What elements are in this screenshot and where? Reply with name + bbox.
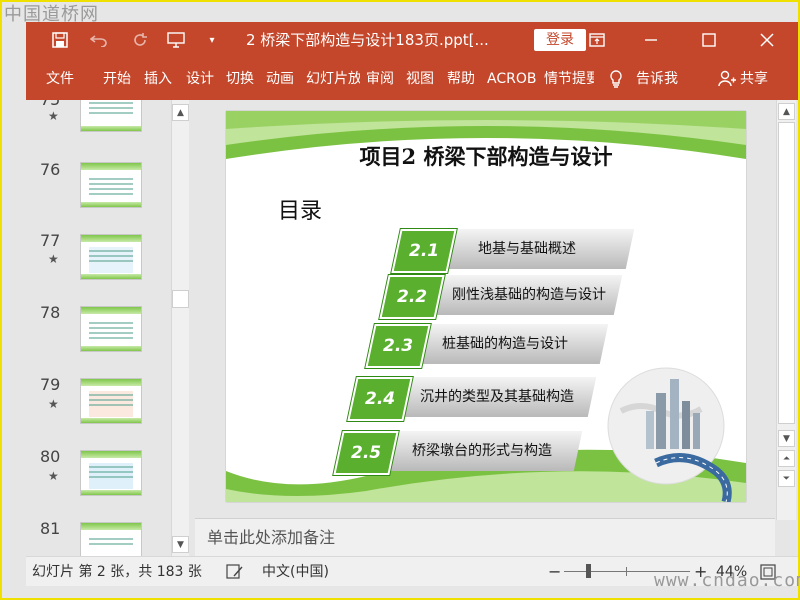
- close-icon[interactable]: [752, 22, 782, 58]
- slide-thumbnail[interactable]: [80, 162, 142, 208]
- toc-item-label[interactable]: 桩基础的构造与设计: [442, 324, 568, 364]
- slide-number: 78: [40, 303, 61, 322]
- tab-slideshow[interactable]: 幻灯片放: [306, 58, 360, 100]
- slide-number: 80: [40, 447, 61, 466]
- slide-thumbnail[interactable]: [80, 522, 142, 556]
- toc-number-badge[interactable]: 2.1: [391, 229, 457, 273]
- tab-insert[interactable]: 插入: [144, 58, 172, 100]
- tab-acrobat[interactable]: ACROB: [487, 58, 537, 100]
- scroll-up-icon[interactable]: ▲: [778, 103, 795, 120]
- scroll-thumb[interactable]: [778, 122, 795, 424]
- tab-transitions[interactable]: 切换: [226, 58, 254, 100]
- toc-number-badge[interactable]: 2.4: [347, 377, 413, 421]
- toc-item-label[interactable]: 桥梁墩台的形式与构造: [412, 431, 552, 471]
- previous-slide-icon[interactable]: ⏶: [778, 450, 795, 467]
- tab-view[interactable]: 视图: [406, 58, 434, 100]
- slide-number: 79: [40, 375, 61, 394]
- thumbnail-scrollbar[interactable]: ▲ ▼: [171, 100, 189, 556]
- transition-star-icon: ★: [48, 397, 59, 411]
- slide-number: 76: [40, 160, 61, 179]
- language-indicator[interactable]: 中文(中国): [262, 557, 329, 587]
- tab-file[interactable]: 文件: [46, 58, 74, 100]
- scroll-thumb[interactable]: [172, 290, 189, 308]
- slide-canvas[interactable]: 项目2 桥梁下部构造与设计 目录 2.1 地基与基础概述 2.2 刚性浅基础的构…: [226, 111, 746, 502]
- toc-number-badge[interactable]: 2.2: [379, 275, 445, 319]
- tab-review[interactable]: 审阅: [366, 58, 394, 100]
- spellcheck-icon[interactable]: [226, 557, 246, 587]
- slide-title[interactable]: 项目2 桥梁下部构造与设计: [226, 141, 746, 171]
- notes-placeholder[interactable]: 单击此处添加备注: [207, 519, 335, 557]
- maximize-icon[interactable]: [694, 22, 724, 58]
- editor-scrollbar[interactable]: ▲ ▼ ⏶ ⏷: [776, 100, 796, 520]
- slide-thumbnail[interactable]: [80, 234, 142, 280]
- slide-number: 77: [40, 231, 61, 250]
- undo-icon[interactable]: [84, 22, 114, 58]
- tab-storyboard[interactable]: 情节提要: [544, 58, 594, 100]
- slide-thumbnail[interactable]: [80, 450, 142, 496]
- slide-counter: 幻灯片 第 2 张，共 183 张: [32, 564, 202, 580]
- tab-home[interactable]: 开始: [103, 58, 131, 100]
- zoom-out-button[interactable]: −: [548, 557, 561, 587]
- tell-me[interactable]: 告诉我: [636, 58, 678, 100]
- watermark-top: 中国道桥网: [4, 4, 99, 25]
- save-icon[interactable]: [48, 22, 72, 58]
- slide-number: 75: [40, 100, 70, 109]
- toc-item-label[interactable]: 地基与基础概述: [478, 229, 576, 269]
- toc-number-badge[interactable]: 2.5: [333, 431, 399, 475]
- file-title: 2 桥梁下部构造与设计183页.ppt[...: [246, 31, 489, 49]
- login-button[interactable]: 登录: [534, 29, 586, 51]
- watermark-bottom: www.cndao.com: [654, 570, 800, 591]
- slide-subtitle[interactable]: 目录: [278, 193, 322, 225]
- scroll-down-icon[interactable]: ▼: [778, 430, 795, 447]
- redo-icon[interactable]: [128, 22, 152, 58]
- minimize-icon[interactable]: [636, 22, 666, 58]
- transition-star-icon: ★: [48, 252, 59, 266]
- scroll-up-icon[interactable]: ▲: [172, 104, 189, 121]
- slide-thumbnail[interactable]: [80, 378, 142, 424]
- lightbulb-icon[interactable]: [608, 58, 628, 100]
- scroll-down-icon[interactable]: ▼: [172, 536, 189, 553]
- toc-number-badge[interactable]: 2.3: [365, 324, 431, 368]
- slide-thumbnail[interactable]: [80, 306, 142, 352]
- title-bar: ▾ 2 桥梁下部构造与设计183页.ppt[... 登录: [26, 22, 798, 58]
- notes-pane[interactable]: 单击此处添加备注: [195, 518, 775, 556]
- present-icon[interactable]: [164, 22, 190, 58]
- slide-number: 81: [40, 519, 61, 538]
- slide-thumbnail[interactable]: [80, 100, 142, 132]
- transition-star-icon: ★: [48, 469, 59, 483]
- tab-animations[interactable]: 动画: [266, 58, 294, 100]
- slide-thumbnail-panel[interactable]: 75 ★ 76 77 ★ 78 79 ★ 80 ★ 81: [26, 100, 171, 556]
- share-user-icon[interactable]: [718, 58, 738, 100]
- tab-help[interactable]: 帮助: [447, 58, 475, 100]
- next-slide-icon[interactable]: ⏷: [778, 470, 795, 487]
- ribbon-tabs: 文件 开始 插入 设计 切换 动画 幻灯片放 审阅 视图 帮助 ACROB 情节…: [26, 58, 798, 100]
- transition-star-icon: ★: [48, 109, 59, 123]
- toc-item-label[interactable]: 沉井的类型及其基础构造: [420, 377, 574, 417]
- customize-icon[interactable]: ▾: [204, 22, 220, 58]
- tab-design[interactable]: 设计: [186, 58, 214, 100]
- ribbon-display-icon[interactable]: [586, 22, 608, 58]
- share-button[interactable]: 共享: [740, 58, 768, 100]
- toc-item-label[interactable]: 刚性浅基础的构造与设计: [452, 275, 606, 315]
